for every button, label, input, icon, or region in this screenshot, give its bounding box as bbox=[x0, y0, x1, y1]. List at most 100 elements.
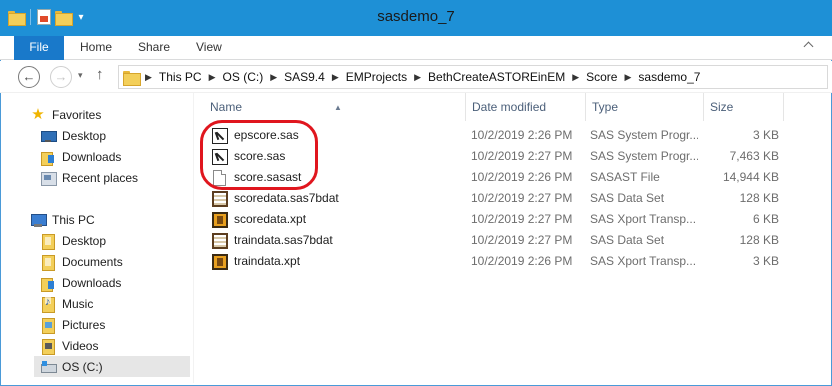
videos-icon bbox=[40, 338, 56, 355]
sidebar-item-label: Music bbox=[62, 296, 94, 311]
chevron-right-icon[interactable]: ▶ bbox=[332, 72, 339, 83]
star-icon: ★ bbox=[31, 105, 45, 123]
music-icon bbox=[40, 295, 56, 313]
sidebar-item-videos[interactable]: Videos bbox=[40, 335, 98, 356]
file-name: traindata.xpt bbox=[234, 254, 301, 268]
ribbon: File Home Share View bbox=[0, 36, 832, 60]
sidebar-item-music[interactable]: Music bbox=[40, 293, 93, 314]
tab-file[interactable]: File bbox=[14, 36, 64, 60]
sidebar-item-label: Downloads bbox=[62, 149, 122, 164]
file-name-cell: scoredata.sas7bdat bbox=[212, 188, 462, 209]
file-size: 3 KB bbox=[752, 128, 779, 142]
file-row[interactable]: score.sasast 10/2/2019 2:26 PM SASAST Fi… bbox=[200, 167, 832, 188]
downloads-icon bbox=[40, 149, 56, 166]
breadcrumb-this-pc[interactable]: This PC bbox=[159, 70, 202, 84]
file-date: 10/2/2019 2:27 PM bbox=[471, 149, 573, 163]
file-row[interactable]: traindata.xpt 10/2/2019 2:26 PM SAS Xpor… bbox=[200, 251, 832, 272]
file-size: 7,463 KB bbox=[729, 149, 779, 163]
chevron-right-icon[interactable]: ▶ bbox=[209, 72, 216, 83]
file-type: SASAST File bbox=[590, 170, 660, 184]
forward-button[interactable]: → bbox=[50, 66, 72, 88]
drive-icon bbox=[40, 359, 57, 375]
sidebar-item-pictures[interactable]: Pictures bbox=[40, 314, 105, 335]
file-size: 3 KB bbox=[752, 254, 779, 268]
file-type: SAS Xport Transp... bbox=[590, 212, 697, 226]
downloads-icon bbox=[40, 275, 56, 292]
file-name-cell: scoredata.xpt bbox=[212, 209, 462, 230]
breadcrumb-os-c[interactable]: OS (C:) bbox=[223, 70, 264, 84]
sidebar-item-downloads[interactable]: Downloads bbox=[40, 146, 121, 167]
sidebar-item-desktop[interactable]: Desktop bbox=[40, 125, 106, 146]
breadcrumb-sasdemo7[interactable]: sasdemo_7 bbox=[638, 70, 700, 84]
column-header-size[interactable]: Size bbox=[704, 93, 784, 121]
column-headers: Name ▲ Date modified Type Size bbox=[200, 93, 832, 121]
file-date: 10/2/2019 2:26 PM bbox=[471, 254, 573, 268]
sidebar-item-recent-places[interactable]: Recent places bbox=[40, 167, 138, 188]
breadcrumb-sas94[interactable]: SAS9.4 bbox=[284, 70, 325, 84]
file-type: SAS Xport Transp... bbox=[590, 254, 697, 268]
column-header-type[interactable]: Type bbox=[586, 93, 704, 121]
sas-dataset-icon bbox=[212, 232, 228, 249]
pane-divider[interactable] bbox=[193, 93, 194, 383]
sidebar-item-desktop-pc[interactable]: Desktop bbox=[40, 230, 106, 251]
sidebar-item-label: OS (C:) bbox=[62, 359, 103, 374]
sidebar-item-label: Desktop bbox=[62, 233, 107, 248]
breadcrumb-emprojects[interactable]: EMProjects bbox=[346, 70, 407, 84]
up-arrow-icon[interactable]: ↑ bbox=[96, 66, 104, 83]
tab-share[interactable]: Share bbox=[138, 36, 170, 60]
chevron-right-icon[interactable]: ▶ bbox=[572, 72, 579, 83]
sidebar-item-label: Desktop bbox=[62, 128, 107, 143]
file-type: SAS Data Set bbox=[590, 233, 665, 247]
computer-icon bbox=[30, 212, 47, 228]
address-bar[interactable]: ▶ This PC ▶ OS (C:) ▶ SAS9.4 ▶ EMProject… bbox=[118, 65, 828, 89]
recent-locations-icon[interactable]: ▾ bbox=[78, 70, 83, 81]
file-name: score.sasast bbox=[234, 170, 302, 184]
sas-program-icon bbox=[212, 148, 228, 165]
desktop-icon bbox=[40, 128, 57, 144]
expand-ribbon-icon[interactable] bbox=[803, 41, 814, 52]
file-row[interactable]: scoredata.xpt 10/2/2019 2:27 PM SAS Xpor… bbox=[200, 209, 832, 230]
sidebar-item-label: Favorites bbox=[52, 107, 102, 122]
sidebar-item-favorites[interactable]: ★ Favorites bbox=[30, 104, 101, 125]
file-name-cell: score.sasast bbox=[212, 167, 462, 188]
file-name: score.sas bbox=[234, 149, 286, 163]
breadcrumb-score[interactable]: Score bbox=[586, 70, 617, 84]
column-header-date[interactable]: Date modified bbox=[466, 93, 586, 121]
sidebar-item-label: Pictures bbox=[62, 317, 106, 332]
file-name: scoredata.xpt bbox=[234, 212, 307, 226]
breadcrumb-bethcreate[interactable]: BethCreateASTOREinEM bbox=[428, 70, 565, 84]
file-row[interactable]: scoredata.sas7bdat 10/2/2019 2:27 PM SAS… bbox=[200, 188, 832, 209]
documents-icon bbox=[40, 254, 56, 271]
sas-xport-icon bbox=[212, 211, 228, 228]
back-button[interactable]: ← bbox=[18, 66, 40, 88]
tab-home[interactable]: Home bbox=[80, 36, 112, 60]
chevron-right-icon[interactable]: ▶ bbox=[270, 72, 277, 83]
pictures-icon bbox=[40, 317, 56, 334]
file-name: epscore.sas bbox=[234, 128, 299, 142]
chevron-right-icon[interactable]: ▶ bbox=[624, 72, 631, 83]
sidebar-item-documents[interactable]: Documents bbox=[40, 251, 123, 272]
sidebar-item-downloads-pc[interactable]: Downloads bbox=[40, 272, 121, 293]
file-name-cell: traindata.xpt bbox=[212, 251, 462, 272]
file-row[interactable]: score.sas 10/2/2019 2:27 PM SAS System P… bbox=[200, 146, 832, 167]
chevron-right-icon[interactable]: ▶ bbox=[145, 72, 152, 83]
sidebar-item-label: This PC bbox=[52, 212, 95, 227]
sidebar-item-this-pc[interactable]: This PC bbox=[30, 209, 95, 230]
file-type: SAS System Progr... bbox=[590, 149, 698, 163]
sas-xport-icon bbox=[212, 253, 228, 270]
window-title: sasdemo_7 bbox=[377, 8, 455, 25]
chevron-right-icon[interactable]: ▶ bbox=[414, 72, 421, 83]
file-size: 14,944 KB bbox=[722, 170, 779, 184]
sidebar-item-os-c[interactable]: OS (C:) bbox=[34, 356, 190, 377]
file-date: 10/2/2019 2:26 PM bbox=[471, 128, 573, 142]
file-row[interactable]: traindata.sas7bdat 10/2/2019 2:27 PM SAS… bbox=[200, 230, 832, 251]
address-folder-icon bbox=[123, 70, 141, 86]
file-row[interactable]: epscore.sas 10/2/2019 2:26 PM SAS System… bbox=[200, 125, 832, 146]
sidebar-item-label: Documents bbox=[62, 254, 123, 269]
column-header-name[interactable]: Name ▲ bbox=[204, 93, 466, 121]
sidebar-item-label: Recent places bbox=[62, 170, 139, 185]
file-list: Name ▲ Date modified Type Size epscore.s… bbox=[200, 93, 832, 383]
file-type: SAS Data Set bbox=[590, 191, 665, 205]
tab-view[interactable]: View bbox=[196, 36, 222, 60]
file-name-cell: score.sas bbox=[212, 146, 462, 167]
